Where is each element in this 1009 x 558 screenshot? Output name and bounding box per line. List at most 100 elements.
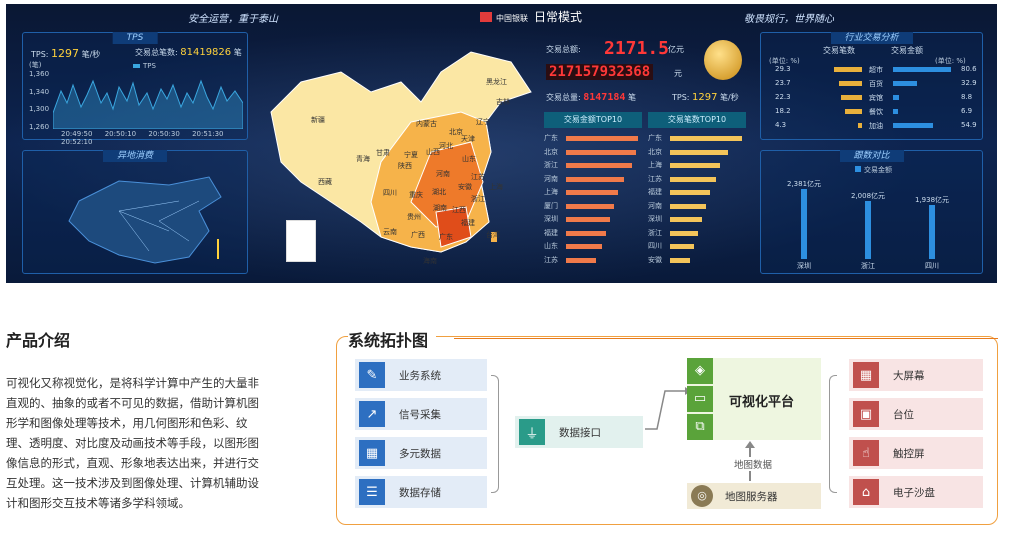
top10-bar xyxy=(566,257,596,263)
top10-row: 深圳 xyxy=(544,213,642,225)
source-data-storage: ☰ 数据存储 xyxy=(355,476,487,508)
map-label-guangxi: 广西 xyxy=(411,231,425,239)
map-label-xizang: 西藏 xyxy=(318,178,332,186)
top10-row: 上海 xyxy=(544,186,642,198)
map-data-arrowhead xyxy=(745,441,755,448)
count-top10-list: 广东 北京 上海 江苏 福建 河南 深圳 浙江 四川 安徽 xyxy=(648,132,746,272)
industry-amount-bar xyxy=(893,81,917,86)
industry-amount-bar xyxy=(893,123,933,128)
map-label-gansu: 甘肃 xyxy=(376,149,390,157)
topology-title-rule xyxy=(454,338,998,339)
industry-name: 超市 xyxy=(869,66,883,74)
top10-bar xyxy=(670,190,710,195)
map-label-guizhou: 贵州 xyxy=(407,213,421,221)
tps-panel-title: TPS xyxy=(112,32,158,44)
industry-name: 百货 xyxy=(869,80,883,88)
industry-amount-value: 54.9 xyxy=(961,121,977,129)
top10-bar xyxy=(566,244,602,249)
monitor-icon: ▭ xyxy=(687,386,713,412)
top10-bar xyxy=(670,244,694,249)
compare-value: 1,938亿元 xyxy=(915,196,950,204)
top10-bar xyxy=(670,217,702,222)
ytick-3: 1,300 xyxy=(29,105,50,113)
industry-name: 宾馆 xyxy=(869,94,883,102)
top10-row: 浙江 xyxy=(648,227,746,239)
remote-panel-title: 异地消费 xyxy=(102,150,168,162)
compare-panel-title: 跟数对比 xyxy=(839,150,904,162)
top10-bar xyxy=(566,163,632,168)
y-unit: (笔) xyxy=(29,61,42,69)
output-console: ▣ 台位 xyxy=(849,398,983,430)
total-label: 交易总笔数: xyxy=(135,48,178,57)
map-label-neimenggu: 内蒙古 xyxy=(416,120,437,128)
industry-amount-bar xyxy=(893,67,952,72)
total-readout: 交易总笔数: 81419826 笔 xyxy=(135,47,242,58)
tab-amount-top10[interactable]: 交易金额TOP10 xyxy=(544,112,642,128)
tps-label: TPS: xyxy=(31,50,49,59)
industry-count-bar xyxy=(839,81,862,86)
ytick-2: 1,340 xyxy=(29,88,50,96)
top10-label: 山东 xyxy=(544,242,558,250)
top10-bar xyxy=(566,190,618,195)
mode-label: 日常模式 xyxy=(534,10,583,24)
total-value: 81419826 xyxy=(180,47,232,58)
map-label-qinghai: 青海 xyxy=(356,155,370,163)
center-stats: 交易总额: 2171.5 亿元 217157932368 元 交易总量: 814… xyxy=(544,36,748,116)
ytick-1: 1,360 xyxy=(29,70,50,78)
industry-amount-value: 32.9 xyxy=(961,79,977,87)
top10-bar xyxy=(566,230,606,236)
map-label-shanghai: 上海 xyxy=(489,183,503,191)
map-label-chongqing: 重庆 xyxy=(409,191,423,199)
top10-label: 河南 xyxy=(648,201,662,210)
topology-diagram: ✎ 业务系统 ↗ 信号采集 ▦ 多元数据 ☰ 数据存储 ⏚ 数据接口 ◈ ▭ ⧉ 可视化平… xyxy=(336,336,998,525)
edit-icon: ✎ xyxy=(359,362,385,388)
industry-name: 餐饮 xyxy=(869,108,883,116)
center-tps: TPS: 1297 笔/秒 xyxy=(672,92,739,103)
top10-row: 江苏 xyxy=(648,173,746,185)
compare-bar xyxy=(929,205,935,259)
industry-amount-value: 80.6 xyxy=(961,65,977,73)
total-unit: 笔 xyxy=(233,48,242,57)
top10-row: 山东 xyxy=(544,240,642,252)
top10-row: 四川 xyxy=(648,240,746,252)
output-bracket xyxy=(829,375,837,493)
compare-value: 2,381亿元 xyxy=(787,180,822,188)
output-big-screen: ▦ 大屏幕 xyxy=(849,359,983,391)
industry-panel: 行业交易分析 交易笔数 交易金额 (单位: %) (单位: %) 29.3 超市 8… xyxy=(760,32,983,140)
map-label-shanxi: 山西 xyxy=(426,148,440,156)
tps-panel: TPS TPS: 1297 笔/秒 交易总笔数: 81419826 笔 (笔) … xyxy=(22,32,248,146)
map-label-hunan: 湖南 xyxy=(433,204,447,212)
top10-row: 福建 xyxy=(648,186,746,198)
top10-label: 安徽 xyxy=(648,255,662,264)
dashboard-screenshot: 安全运营，重于泰山 中国银联 日常模式 敬畏规行，世界随心 TPS TPS: 12… xyxy=(6,4,997,283)
top10-label: 广东 xyxy=(544,134,558,142)
top10-row: 北京 xyxy=(544,146,642,158)
top10-label: 深圳 xyxy=(648,215,662,223)
top10-row: 浙江 xyxy=(544,159,642,171)
map-label-yunnan: 云南 xyxy=(383,228,397,236)
compare-label: 四川 xyxy=(925,262,939,270)
interface-arrow xyxy=(645,387,691,430)
industry-count-bar xyxy=(834,67,862,72)
count-value: 8147184 xyxy=(583,92,626,103)
plug-icon: ⏚ xyxy=(519,419,545,445)
top10-label: 广东 xyxy=(648,134,662,142)
industry-count-bar xyxy=(857,123,862,128)
compare-legend: 交易金额 xyxy=(855,165,892,175)
tps-value: 1297 xyxy=(51,47,80,60)
compare-bar xyxy=(865,201,871,259)
top10-label: 上海 xyxy=(648,161,662,169)
tab-count-top10[interactable]: 交易笔数TOP10 xyxy=(648,112,746,128)
tps-readout: TPS: 1297 笔/秒 xyxy=(31,47,100,60)
data-interface-node: ⏚ 数据接口 xyxy=(515,416,643,448)
signal-icon: ↗ xyxy=(359,401,385,427)
ytick-4: 1,260 xyxy=(29,123,50,131)
map-label-jiangsu: 江苏 xyxy=(471,173,485,181)
layers-icon: ◈ xyxy=(687,358,713,384)
industry-count-value: 18.2 xyxy=(775,107,791,115)
intro-title: 产品介绍 xyxy=(6,331,71,350)
amount-full-unit: 元 xyxy=(674,69,682,78)
hero-topbar: 安全运营，重于泰山 中国银联 日常模式 敬畏规行，世界随心 xyxy=(6,4,997,26)
amount-top10-list: 广东 北京 浙江 河南 上海 厦门 深圳 福建 山东 江苏 xyxy=(544,132,642,272)
map-label-taiwan: 台湾 xyxy=(486,231,500,239)
